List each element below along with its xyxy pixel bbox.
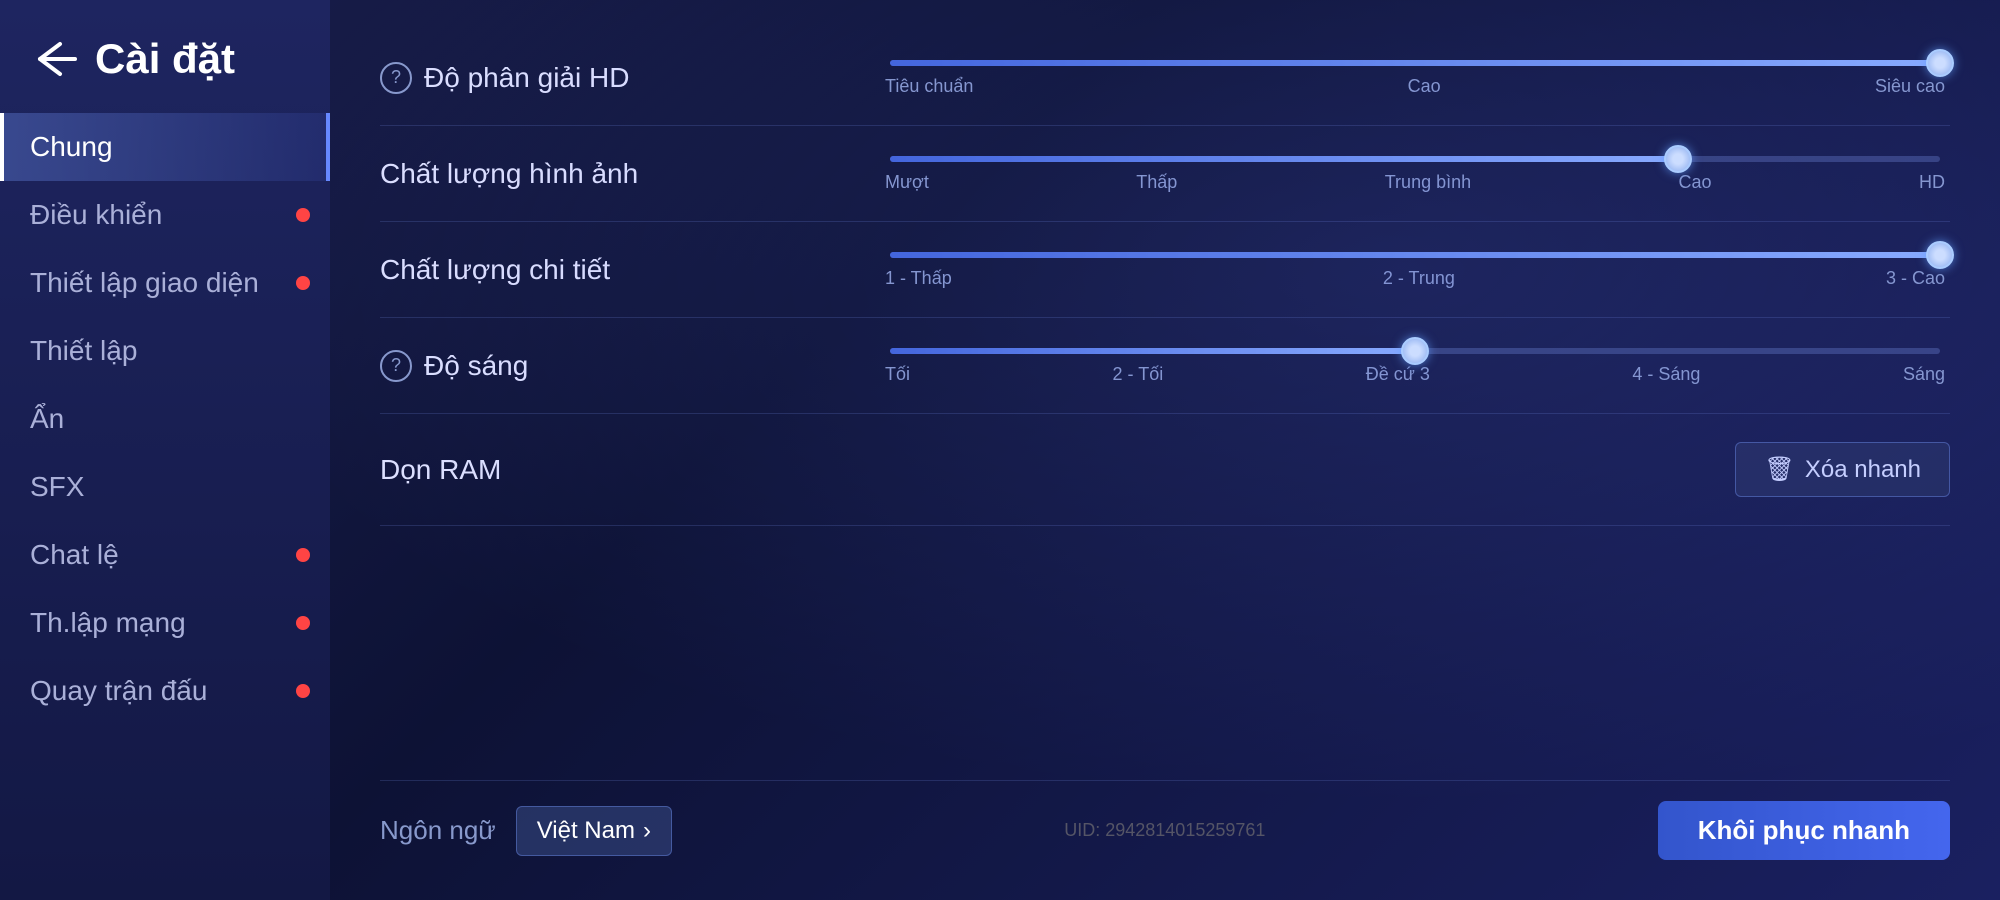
slider-container[interactable]: Tiêu chuẩn Cao Siêu cao — [880, 58, 1950, 97]
setting-label-text: Dọn RAM — [380, 454, 501, 486]
sidebar-nav: ChungĐiều khiểnThiết lập giao diệnThiết … — [0, 113, 330, 725]
setting-label-area: Chất lượng chi tiết — [380, 254, 860, 286]
slider-label: 1 - Thấp — [885, 268, 952, 289]
slider-track — [890, 154, 1940, 164]
setting-label-text: Độ sáng — [424, 350, 528, 382]
slider-label: Siêu cao — [1875, 76, 1945, 97]
uid-text: UID: 2942814015259761 — [692, 820, 1638, 841]
sidebar-item-chat-le[interactable]: Chat lệ — [0, 521, 330, 589]
setting-label-text: Chất lượng chi tiết — [380, 254, 610, 286]
restore-button[interactable]: Khôi phục nhanh — [1658, 801, 1950, 860]
help-icon[interactable]: ? — [380, 62, 412, 94]
sidebar-item-an[interactable]: Ẩn — [0, 385, 330, 453]
slider-label: Đề cứ 3 — [1366, 364, 1430, 385]
setting-row-chat-luong-hinh-anh: Chất lượng hình ảnh Mượt Thấp Trung bình Cao… — [380, 126, 1950, 222]
slider-container[interactable]: Tối 2 - Tối Đề cứ 3 4 - Sáng Sáng — [880, 346, 1950, 385]
button-label: Xóa nhanh — [1805, 456, 1921, 484]
slider-track — [890, 250, 1940, 260]
settings-list: ? Độ phân giải HD Tiêu chuẩn Cao Siêu cao Chấ… — [380, 30, 1950, 780]
slider-thumb[interactable] — [1664, 145, 1692, 173]
slider-thumb[interactable] — [1926, 49, 1954, 77]
slider-rail — [890, 60, 1940, 66]
slider-label: 2 - Tối — [1113, 364, 1164, 385]
slider-thumb[interactable] — [1401, 337, 1429, 365]
slider-fill — [890, 156, 1678, 162]
sidebar-header: Cài đặt — [0, 20, 330, 113]
sidebar-item-sfx[interactable]: SFX — [0, 453, 330, 521]
sidebar-item-chung[interactable]: Chung — [0, 113, 330, 181]
bottom-bar: Ngôn ngữ Việt Nam › UID: 294281401525976… — [380, 780, 1950, 870]
lang-label: Ngôn ngữ — [380, 815, 496, 846]
sidebar-item-quay-tran-dau[interactable]: Quay trận đấu — [0, 657, 330, 725]
slider-label: Trung bình — [1385, 172, 1471, 193]
help-icon[interactable]: ? — [380, 350, 412, 382]
notification-dot — [296, 616, 310, 630]
setting-label-area: ? Độ phân giải HD — [380, 62, 860, 94]
app-container: Cài đặt ChungĐiều khiểnThiết lập giao di… — [0, 0, 2000, 900]
slider-track — [890, 346, 1940, 356]
setting-row-chat-luong-chi-tiet: Chất lượng chi tiết 1 - Thấp 2 - Trung 3 - … — [380, 222, 1950, 318]
notification-dot — [296, 684, 310, 698]
setting-row-do-sang: ? Độ sáng Tối 2 - Tối Đề cứ 3 4 - Sáng Sáng — [380, 318, 1950, 414]
trash-icon: 🗑 — [1764, 455, 1794, 484]
sidebar-item-thiet-lap[interactable]: Thiết lập — [0, 317, 330, 385]
sidebar-item-th-lap-mang[interactable]: Th.lập mạng — [0, 589, 330, 657]
slider-rail — [890, 156, 1940, 162]
setting-label-area: ? Độ sáng — [380, 350, 860, 382]
notification-dot — [296, 208, 310, 222]
setting-row-don-ram: Dọn RAM 🗑 Xóa nhanh — [380, 414, 1950, 526]
main-content: ? Độ phân giải HD Tiêu chuẩn Cao Siêu cao Chấ… — [330, 0, 2000, 900]
slider-labels: Tối 2 - Tối Đề cứ 3 4 - Sáng Sáng — [880, 364, 1950, 385]
lang-arrow: › — [643, 817, 651, 845]
setting-label-area: Dọn RAM — [380, 454, 860, 486]
lang-value: Việt Nam — [537, 817, 635, 845]
sidebar-item-thiet-lap-giao-dien[interactable]: Thiết lập giao diện — [0, 249, 330, 317]
setting-label-text: Chất lượng hình ảnh — [380, 158, 638, 190]
back-icon[interactable] — [30, 39, 80, 79]
sidebar-item-dieu-khien[interactable]: Điều khiển — [0, 181, 330, 249]
slider-fill — [890, 60, 1940, 66]
setting-label-text: Độ phân giải HD — [424, 62, 629, 94]
slider-label: Thấp — [1136, 172, 1177, 193]
sidebar-title: Cài đặt — [95, 35, 235, 83]
slider-label: Cao — [1679, 172, 1712, 193]
notification-dot — [296, 276, 310, 290]
slider-label: Tiêu chuẩn — [885, 76, 973, 97]
slider-label: HD — [1919, 172, 1945, 193]
language-button[interactable]: Việt Nam › — [516, 806, 672, 856]
slider-label: Cao — [1408, 76, 1441, 97]
slider-labels: Tiêu chuẩn Cao Siêu cao — [880, 76, 1950, 97]
slider-label: Tối — [885, 364, 910, 385]
slider-thumb[interactable] — [1926, 241, 1954, 269]
slider-container[interactable]: Mượt Thấp Trung bình Cao HD — [880, 154, 1950, 193]
slider-label: 4 - Sáng — [1632, 364, 1700, 385]
slider-labels: 1 - Thấp 2 - Trung 3 - Cao — [880, 268, 1950, 289]
slider-fill — [890, 348, 1415, 354]
slider-fill — [890, 252, 1940, 258]
sidebar: Cài đặt ChungĐiều khiểnThiết lập giao di… — [0, 0, 330, 900]
slider-container[interactable]: 1 - Thấp 2 - Trung 3 - Cao — [880, 250, 1950, 289]
setting-label-area: Chất lượng hình ảnh — [380, 158, 860, 190]
slider-label: 3 - Cao — [1886, 268, 1945, 289]
slider-label: Sáng — [1903, 364, 1945, 385]
xoa-nhanh-button[interactable]: 🗑 Xóa nhanh — [1735, 442, 1950, 497]
slider-label: 2 - Trung — [1383, 268, 1455, 289]
slider-track — [890, 58, 1940, 68]
slider-label: Mượt — [885, 172, 929, 193]
slider-labels: Mượt Thấp Trung bình Cao HD — [880, 172, 1950, 193]
notification-dot — [296, 548, 310, 562]
setting-row-do-phan-giai-hd: ? Độ phân giải HD Tiêu chuẩn Cao Siêu cao — [380, 30, 1950, 126]
slider-rail — [890, 252, 1940, 258]
